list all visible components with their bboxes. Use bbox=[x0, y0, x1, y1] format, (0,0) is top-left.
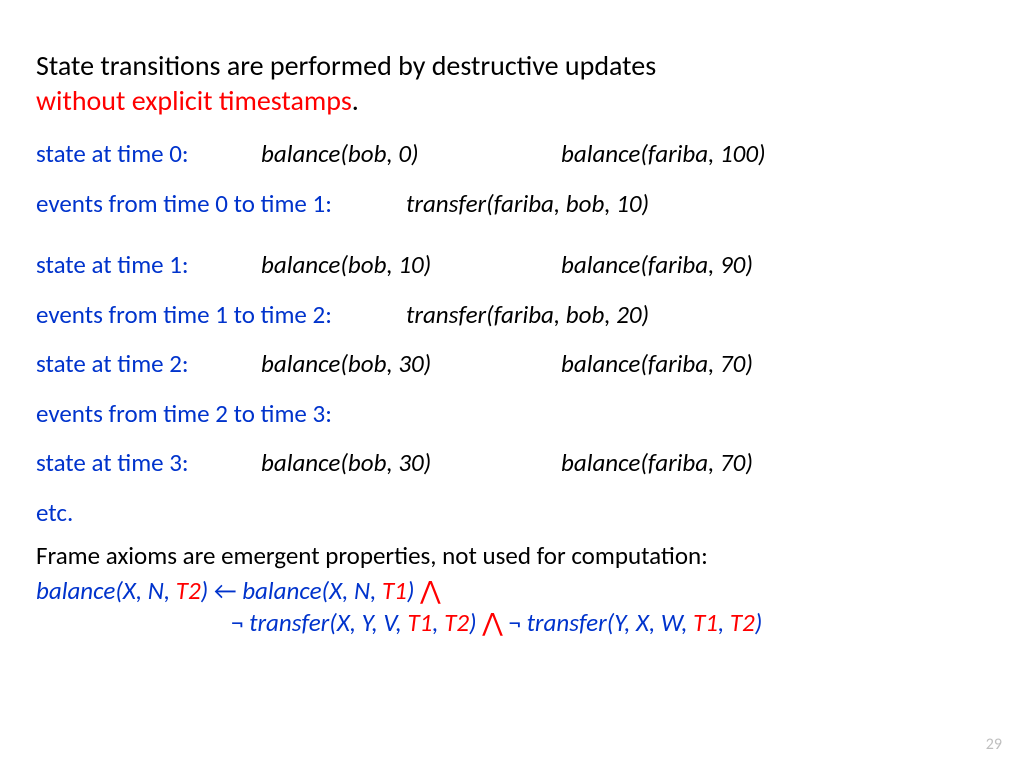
title-line1: State transitions are performed by destr… bbox=[36, 48, 656, 83]
title-red-text: without explicit timestamps bbox=[36, 83, 352, 118]
state-2-bob: balance(bob, 30) bbox=[261, 350, 561, 378]
state-1-bob: balance(bob, 10) bbox=[261, 251, 561, 279]
event-2-label: events from time 2 to time 3: bbox=[36, 400, 406, 428]
etc-row: etc. bbox=[36, 499, 988, 527]
state-0-bob: balance(bob, 0) bbox=[261, 140, 561, 168]
state-row-3: state at time 3: balance(bob, 30) balanc… bbox=[36, 449, 988, 477]
axiom-t1-b: T1 bbox=[407, 607, 432, 638]
axiom-line-2: ¬ transfer(X, Y, V, T1, T2) ⋀ ¬ transfer… bbox=[36, 607, 988, 640]
axiom-and-2: ⋀ bbox=[477, 607, 509, 638]
state-0-fariba: balance(fariba, 100) bbox=[561, 140, 766, 168]
etc-text: etc. bbox=[36, 499, 73, 527]
footer-text: Frame axioms are emergent properties, no… bbox=[36, 540, 988, 573]
axiom-comma-a: , bbox=[432, 607, 444, 638]
event-1-label: events from time 1 to time 2: bbox=[36, 301, 406, 329]
axiom-arrow: ← bbox=[208, 575, 242, 606]
axiom-and-1: ⋀ bbox=[414, 575, 440, 606]
axiom-neg1-sym: ¬ bbox=[231, 607, 249, 638]
state-3-bob: balance(bob, 30) bbox=[261, 449, 561, 477]
state-1-label: state at time 1: bbox=[36, 251, 261, 279]
axiom-t1-c: T1 bbox=[693, 607, 718, 638]
axiom-neg2: transfer(Y, X, W, bbox=[527, 607, 694, 638]
axiom-close-d: ) bbox=[755, 607, 763, 638]
axiom-close-c: ) bbox=[469, 607, 477, 638]
state-row-0: state at time 0: balance(bob, 0) balance… bbox=[36, 140, 988, 168]
event-row-0: events from time 0 to time 1: transfer(f… bbox=[36, 190, 988, 218]
event-row-1: events from time 1 to time 2: transfer(f… bbox=[36, 301, 988, 329]
page-number: 29 bbox=[986, 735, 1002, 754]
state-3-fariba: balance(fariba, 70) bbox=[561, 449, 753, 477]
axiom-line-1: balance(X, N, T2) ← balance(X, N, T1) ⋀ bbox=[36, 575, 988, 608]
title-period: . bbox=[352, 83, 359, 118]
state-1-fariba: balance(fariba, 90) bbox=[561, 251, 753, 279]
event-0-label: events from time 0 to time 1: bbox=[36, 190, 406, 218]
state-2-fariba: balance(fariba, 70) bbox=[561, 350, 753, 378]
state-row-2: state at time 2: balance(bob, 30) balanc… bbox=[36, 350, 988, 378]
state-3-label: state at time 3: bbox=[36, 449, 261, 477]
state-row-1: state at time 1: balance(bob, 10) balanc… bbox=[36, 251, 988, 279]
axiom-t2-b: T2 bbox=[444, 607, 469, 638]
state-0-label: state at time 0: bbox=[36, 140, 261, 168]
event-1-val: transfer(fariba, bob, 20) bbox=[406, 301, 649, 329]
event-0-val: transfer(fariba, bob, 10) bbox=[406, 190, 649, 218]
axiom-t2-a: T2 bbox=[176, 575, 201, 606]
event-row-2: events from time 2 to time 3: bbox=[36, 400, 988, 428]
footer-block: Frame axioms are emergent properties, no… bbox=[36, 540, 988, 640]
slide-title: State transitions are performed by destr… bbox=[36, 48, 988, 118]
axiom-b2: balance(X, N, bbox=[242, 575, 382, 606]
axiom-t1-a: T1 bbox=[382, 575, 407, 606]
state-2-label: state at time 2: bbox=[36, 350, 261, 378]
axiom-t2-c: T2 bbox=[730, 607, 755, 638]
axiom-b1: balance(X, N, bbox=[36, 575, 176, 606]
axiom-neg2-sym: ¬ bbox=[508, 607, 526, 638]
axiom-neg1: transfer(X, Y, V, bbox=[249, 607, 407, 638]
axiom-comma-b: , bbox=[718, 607, 730, 638]
